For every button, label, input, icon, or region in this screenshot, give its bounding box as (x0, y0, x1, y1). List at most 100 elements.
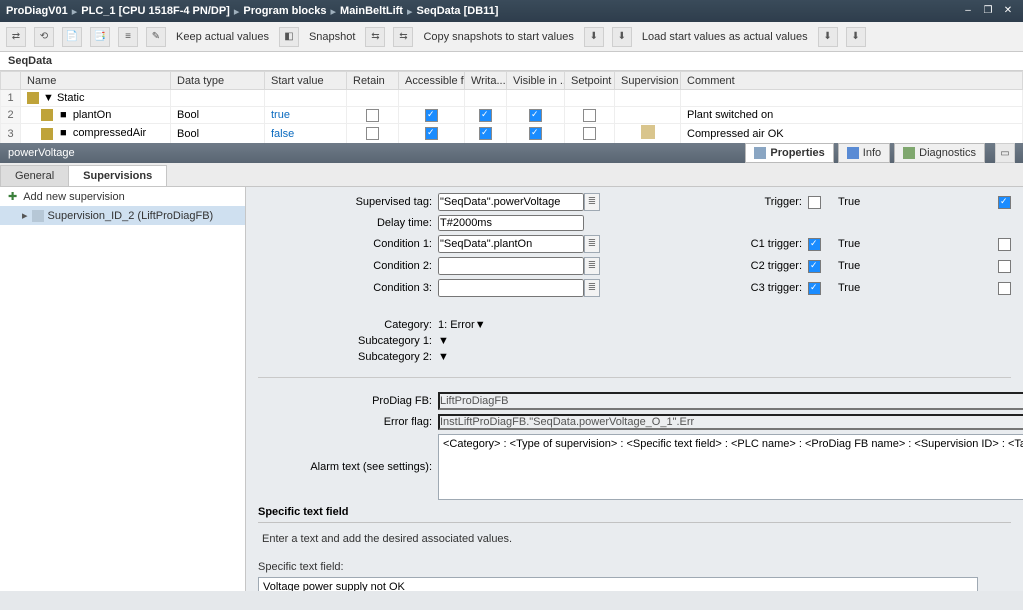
delay-label: Delay time: (258, 217, 438, 229)
category-label: Category: (258, 319, 438, 331)
copy-snapshots-button[interactable]: Copy snapshots to start values (421, 31, 575, 43)
c1-false-check[interactable] (998, 238, 1011, 251)
keep-actual-values[interactable]: Keep actual values (174, 31, 271, 43)
trigger-false-check[interactable] (998, 196, 1011, 209)
db-grid[interactable]: Name Data type Start value Retain Access… (0, 71, 1023, 143)
category-select[interactable]: 1: Error▼ (438, 319, 658, 331)
table-row[interactable]: 2 ■ plantOnBooltruePlant switched on (1, 107, 1023, 124)
toolbar-icon[interactable]: ⬇ (846, 27, 866, 47)
inspector-bar: powerVoltage Properties Info Diagnostics… (0, 143, 1023, 163)
trigger-true-check[interactable] (808, 196, 821, 209)
db-title: SeqData (0, 52, 1023, 71)
tab-diagnostics[interactable]: Diagnostics (894, 143, 985, 163)
browse-tag-button[interactable]: ≣ (584, 193, 600, 211)
table-row[interactable]: 3 ■ compressedAirBoolfalseCompressed air… (1, 124, 1023, 144)
c3-true-check[interactable] (808, 282, 821, 295)
c1-true-check[interactable] (808, 238, 821, 251)
col-vis[interactable]: Visible in ... (507, 72, 565, 90)
supervision-icon (32, 210, 44, 222)
supervision-node[interactable]: Supervision_ID_2 (LiftProDiagFB) (0, 206, 245, 225)
true-label: True (838, 196, 888, 208)
sub1-select[interactable]: ▼ (438, 335, 658, 347)
toolbar-icon[interactable]: ⬇ (818, 27, 838, 47)
toolbar-icon[interactable]: ✎ (146, 27, 166, 47)
checkbox-icon[interactable] (366, 109, 379, 122)
snapshot-icon[interactable]: ◧ (279, 27, 299, 47)
toolbar-icon[interactable]: 📄 (62, 27, 82, 47)
inspector-aux-button[interactable]: ▭ (995, 143, 1015, 163)
tab-supervisions[interactable]: Supervisions (68, 165, 167, 186)
specific-text-input[interactable]: Voltage power supply not OK (258, 577, 978, 591)
c3-trigger-label: C3 trigger: (658, 282, 808, 294)
col-cmt[interactable]: Comment (681, 72, 1023, 90)
errflag-input[interactable] (438, 414, 1023, 430)
cond2-input[interactable] (438, 257, 584, 275)
cond2-browse-button[interactable]: ≣ (584, 257, 600, 275)
col-retain[interactable]: Retain (347, 72, 399, 90)
checkbox-icon[interactable] (583, 109, 596, 122)
c2-true-check[interactable] (808, 260, 821, 273)
checkbox-icon[interactable] (425, 127, 438, 140)
add-new-supervision[interactable]: Add new supervision (0, 187, 245, 206)
toolbar-icon[interactable]: ⇄ (6, 27, 26, 47)
c3-false-check[interactable] (998, 282, 1011, 295)
col-start[interactable]: Start value (265, 72, 347, 90)
toolbar-icon[interactable]: ⇆ (393, 27, 413, 47)
col-sup[interactable]: Supervision (615, 72, 681, 90)
close-button[interactable]: ✕ (999, 4, 1017, 18)
cond1-label: Condition 1: (258, 238, 438, 250)
col-type[interactable]: Data type (171, 72, 265, 90)
editor-toolbar: ⇄ ⟲ 📄 📑 ≡ ✎ Keep actual values ◧ Snapsho… (0, 22, 1023, 52)
cond3-input[interactable] (438, 279, 584, 297)
col-acc[interactable]: Accessible f... (399, 72, 465, 90)
tab-general[interactable]: General (0, 165, 69, 186)
toolbar-icon[interactable]: ⬇ (612, 27, 632, 47)
toolbar-icon[interactable]: ⇆ (365, 27, 385, 47)
c2-false-check[interactable] (998, 260, 1011, 273)
checkbox-icon[interactable] (479, 109, 492, 122)
tab-info[interactable]: Info (838, 143, 890, 163)
checkbox-icon[interactable] (366, 127, 379, 140)
toolbar-icon[interactable]: 📑 (90, 27, 110, 47)
title-bar: ProDiagV01▸ PLC_1 [CPU 1518F-4 PN/DP]▸ P… (0, 0, 1023, 22)
minimize-button[interactable]: – (959, 4, 977, 18)
col-num (1, 72, 21, 90)
checkbox-icon[interactable] (425, 109, 438, 122)
checkbox-icon[interactable] (529, 109, 542, 122)
col-name[interactable]: Name (21, 72, 171, 90)
cond3-browse-button[interactable]: ≣ (584, 279, 600, 297)
checkbox-icon[interactable] (583, 127, 596, 140)
toolbar-icon[interactable]: ⬇ (584, 27, 604, 47)
supervision-form: Supervised tag: ≣ Trigger: True False De… (246, 187, 1023, 591)
col-writ[interactable]: Writa... (465, 72, 507, 90)
crumb[interactable]: SeqData [DB11] (417, 5, 499, 17)
cond2-label: Condition 2: (258, 260, 438, 272)
sub2-select[interactable]: ▼ (438, 351, 658, 363)
inspector-title: powerVoltage (8, 147, 75, 159)
crumb[interactable]: PLC_1 [CPU 1518F-4 PN/DP] (81, 5, 230, 17)
col-setp[interactable]: Setpoint (565, 72, 615, 90)
cond3-label: Condition 3: (258, 282, 438, 294)
checkbox-icon[interactable] (479, 127, 492, 140)
table-row[interactable]: 1▼ Static (1, 90, 1023, 107)
struct-icon (27, 92, 39, 104)
load-start-values-button[interactable]: Load start values as actual values (640, 31, 810, 43)
alarm-text-area[interactable]: <Category> : <Type of supervision> : <Sp… (438, 434, 1023, 500)
chevron-down-icon: ▼ (475, 319, 486, 331)
checkbox-icon[interactable] (529, 127, 542, 140)
crumb[interactable]: MainBeltLift (340, 5, 403, 17)
toolbar-icon[interactable]: ⟲ (34, 27, 54, 47)
snapshot-button[interactable]: Snapshot (307, 31, 357, 43)
supervised-tag-input[interactable] (438, 193, 584, 211)
maximize-button[interactable]: ❐ (979, 4, 997, 18)
toolbar-icon[interactable]: ≡ (118, 27, 138, 47)
cond1-input[interactable] (438, 235, 584, 253)
tab-properties[interactable]: Properties (745, 143, 833, 163)
crumb[interactable]: Program blocks (243, 5, 326, 17)
diagnostics-icon (903, 147, 915, 159)
chevron-down-icon: ▼ (438, 351, 449, 363)
delay-input[interactable] (438, 215, 584, 231)
crumb[interactable]: ProDiagV01 (6, 5, 68, 17)
cond1-browse-button[interactable]: ≣ (584, 235, 600, 253)
prodiag-fb-input[interactable] (438, 392, 1023, 410)
